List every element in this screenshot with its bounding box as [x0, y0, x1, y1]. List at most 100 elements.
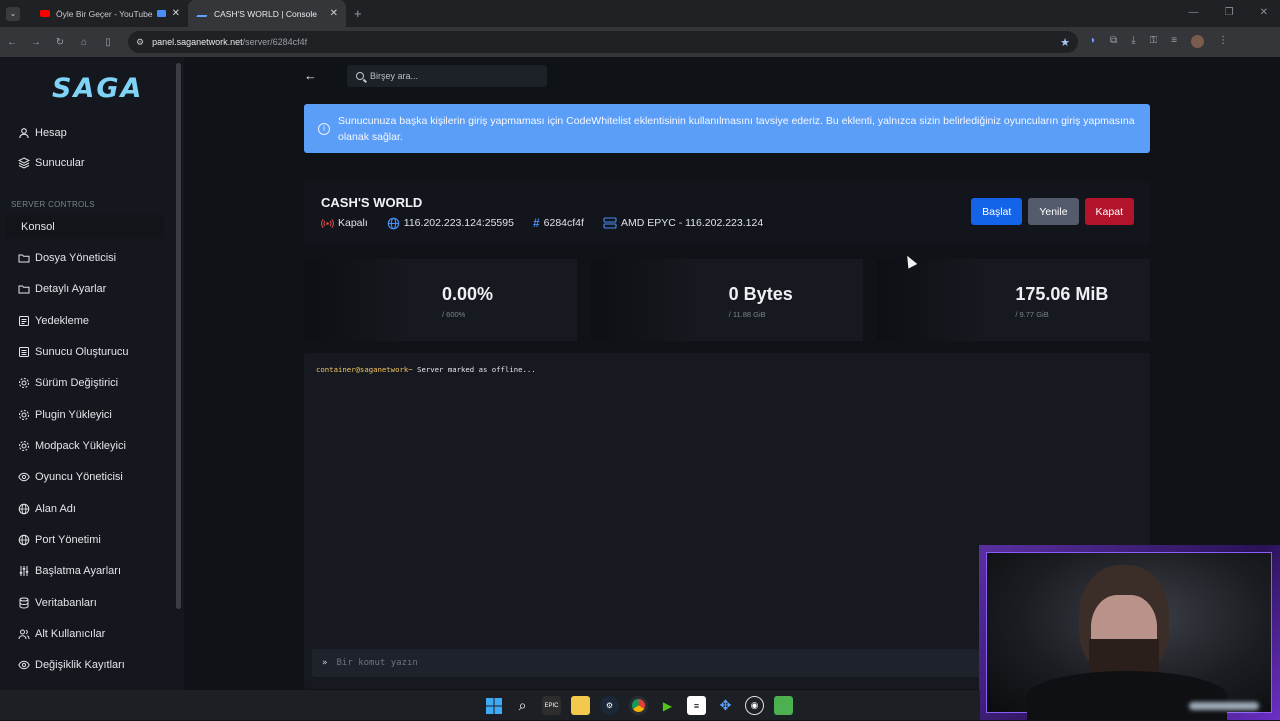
sidebar-item-label: Alan Adı: [35, 503, 76, 515]
globe-icon: [387, 217, 400, 230]
sidebar-item-veritabanlari[interactable]: Veritabanları: [10, 591, 168, 615]
profile-avatar[interactable]: [1191, 35, 1205, 48]
memory-stat: 175.06 MiB / 9.77 GiB: [877, 259, 1151, 341]
search-icon: [356, 72, 364, 80]
stop-button[interactable]: Kapat: [1084, 198, 1134, 225]
windows-start-icon[interactable]: [484, 696, 503, 715]
sidebar-item-port-yonetimi[interactable]: Port Yönetimi: [10, 528, 168, 552]
password-key-icon[interactable]: ⚿: [1150, 35, 1158, 48]
stat-value: 0.00%: [442, 284, 494, 304]
server-address[interactable]: 116.202.223.124:25595: [387, 217, 514, 230]
signal-icon: [321, 218, 334, 229]
url-host: panel.saganetwork.net: [152, 37, 243, 47]
sidebar-item-label: Sunucu Oluşturucu: [35, 346, 129, 358]
server-node: AMD EPYC - 116.202.223.124: [603, 217, 763, 229]
minecraft-icon[interactable]: [774, 696, 793, 715]
sidebar-item-modpack-yukleyici[interactable]: Modpack Yükleyici: [10, 434, 168, 458]
new-tab-icon[interactable]: +: [354, 6, 362, 21]
console-line: container@saganetwork~ Server marked as …: [316, 365, 536, 374]
tab-youtube[interactable]: Öyle Bir Geçer - YouTube ✕: [30, 0, 188, 27]
cpu-stat: 0.00% / 600%: [304, 259, 577, 341]
webcam-video: [986, 552, 1272, 721]
server-id: # 6284cf4f: [533, 216, 584, 230]
sidebar-item-label: Hesap: [35, 127, 67, 139]
split-view-icon[interactable]: ▯: [96, 37, 120, 48]
file-explorer-icon[interactable]: [571, 696, 590, 715]
server-name: CASH'S WORLD: [321, 195, 423, 210]
sidebar-item-surum-degistirici[interactable]: Sürüm Değiştirici: [10, 371, 168, 395]
webcam-body: [1027, 671, 1227, 721]
stat-limit: / 11.88 GiB: [728, 310, 766, 319]
sidebar-item-label: Yedekleme: [35, 315, 90, 327]
close-tab-icon[interactable]: ✕: [330, 8, 338, 19]
server-meta: Kapalı 116.202.223.124:25595 # 6284cf4f …: [321, 216, 782, 230]
sidebar-item-detayli-ayarlar[interactable]: Detaylı Ayarlar: [10, 277, 168, 301]
sidebar-item-oyuncu-yoneticisi[interactable]: Oyuncu Yöneticisi: [10, 465, 168, 489]
site-info-icon[interactable]: ⚙: [136, 37, 144, 48]
taskbar-icons: ⌕ EPIC ⚙ ▶ ≡ ✥ ◉: [484, 696, 793, 715]
logo[interactable]: SAGA: [52, 73, 143, 104]
chrome-icon[interactable]: [629, 696, 648, 715]
home-icon[interactable]: ⌂: [72, 37, 96, 48]
network-app-icon[interactable]: ✥: [716, 696, 735, 715]
chevron-right-icon: »: [322, 658, 328, 668]
sidebar-item-sunucu-olusturucu[interactable]: Sunucu Oluşturucu: [10, 340, 168, 364]
sidebar-item-label: Değişiklik Kayıtları: [35, 659, 125, 671]
sidebar-item-degisiklik-kayitlari[interactable]: Değişiklik Kayıtları: [10, 653, 168, 677]
media-icon[interactable]: [157, 10, 166, 17]
puzzle-icon[interactable]: ⧉: [1110, 35, 1117, 48]
stat-value: 0 Bytes: [728, 284, 793, 304]
stat-value: 175.06 MiB: [1015, 284, 1109, 304]
start-button[interactable]: Başlat: [971, 198, 1023, 225]
eye-icon: [18, 471, 30, 483]
close-window-icon[interactable]: ✕: [1260, 7, 1268, 18]
tab-console[interactable]: CASH'S WORLD | Console ✕: [188, 0, 346, 27]
tab-search-icon[interactable]: ⌄: [6, 6, 20, 21]
sidebar-item-label: Konsol: [21, 221, 55, 233]
sidebar-item-baslatma-ayarlari[interactable]: Başlatma Ayarları: [10, 559, 168, 583]
restart-button[interactable]: Yenile: [1028, 198, 1079, 225]
app-icon[interactable]: ≡: [687, 696, 706, 715]
sidebar-scrollbar[interactable]: [176, 63, 181, 609]
reading-list-icon[interactable]: ≡: [1171, 35, 1177, 48]
obs-icon[interactable]: ◉: [745, 696, 764, 715]
sidebar-item-hesap[interactable]: Hesap: [10, 121, 168, 145]
minimize-icon[interactable]: —: [1189, 7, 1199, 18]
sidebar-item-yedekleme[interactable]: Yedekleme: [10, 309, 168, 333]
sidebar-item-alt-kullanicilar[interactable]: Alt Kullanıcılar: [10, 622, 168, 646]
search-input[interactable]: Birşey ara...: [347, 65, 547, 87]
youtube-icon: [40, 10, 50, 17]
bookmark-star-icon[interactable]: ★: [1060, 36, 1070, 49]
sidebar-item-konsol[interactable]: Konsol: [6, 215, 164, 239]
search-icon[interactable]: ⌕: [513, 696, 532, 715]
extension-icon[interactable]: ◗: [1090, 35, 1096, 48]
address-bar: ← → ↻ ⌂ ▯ ⚙ panel.saganetwork.net/server…: [0, 27, 1280, 57]
back-icon[interactable]: ←: [0, 37, 24, 48]
forward-icon[interactable]: →: [24, 37, 48, 48]
extension-icons: ◗ ⧉ ⤓ ⚿ ≡ ⋮: [1090, 35, 1228, 48]
status-text: Kapalı: [338, 217, 368, 229]
sidebar-item-label: Alt Kullanıcılar: [35, 628, 106, 640]
back-arrow-icon[interactable]: ←: [304, 68, 317, 83]
close-tab-icon[interactable]: ✕: [172, 8, 180, 19]
menu-icon[interactable]: ⋮: [1218, 35, 1228, 48]
hash-icon: #: [532, 216, 540, 230]
play-icon[interactable]: ▶: [658, 696, 677, 715]
maximize-icon[interactable]: ❐: [1225, 7, 1234, 18]
sidebar-item-alan-adi[interactable]: Alan Adı: [10, 497, 168, 521]
epic-games-icon[interactable]: EPIC: [542, 696, 561, 715]
disk-stat: 0 Bytes / 11.88 GiB: [590, 259, 864, 341]
sidebar-item-plugin-yukleyici[interactable]: Plugin Yükleyici: [10, 403, 168, 427]
steam-icon[interactable]: ⚙: [600, 696, 619, 715]
webcam-overlay: [979, 545, 1280, 721]
download-icon[interactable]: ⤓: [1131, 35, 1135, 48]
server-icon: [603, 217, 617, 229]
taskbar: ⌕ EPIC ⚙ ▶ ≡ ✥ ◉: [0, 690, 980, 720]
reload-icon[interactable]: ↻: [48, 37, 72, 48]
sidebar-item-dosya-yoneticisi[interactable]: Dosya Yöneticisi: [10, 246, 168, 270]
url-field[interactable]: ⚙ panel.saganetwork.net/server/6284cf4f …: [128, 31, 1078, 53]
command-placeholder: Bir komut yazın: [336, 658, 418, 668]
sidebar-item-sunucular[interactable]: Sunucular: [10, 151, 168, 175]
tab-label: Öyle Bir Geçer - YouTube: [56, 8, 153, 19]
console-message: Server marked as offline...: [417, 365, 536, 374]
